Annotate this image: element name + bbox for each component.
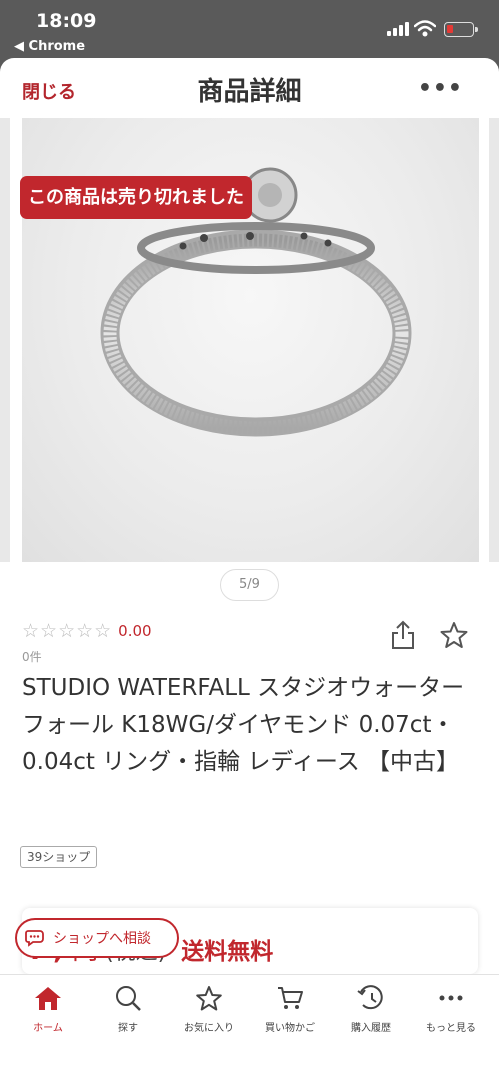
wifi-icon (414, 20, 436, 37)
tab-cart[interactable]: 買い物かご (250, 985, 330, 1034)
header: 閉じる 商品詳細 ••• (0, 58, 499, 118)
image-pager: 5/9 (220, 569, 279, 601)
search-icon (116, 986, 141, 1011)
tab-search-label: 探す (118, 1023, 138, 1034)
consult-shop-button[interactable]: ショップへ相談 (15, 918, 179, 958)
tab-history[interactable]: 購入履歴 (331, 985, 411, 1034)
tab-more-label: もっと見る (426, 1023, 476, 1034)
rating[interactable]: ☆☆☆☆☆ 0.00 (22, 620, 152, 642)
shop-badge: 39ショップ (20, 846, 98, 868)
favorite-star-icon[interactable] (440, 621, 468, 649)
star-icon (196, 986, 222, 1011)
tab-home[interactable]: ホーム (8, 985, 88, 1034)
share-icon[interactable] (390, 620, 416, 650)
sold-out-banner: この商品は売り切れました (20, 176, 252, 219)
signal-icon (387, 22, 409, 36)
tab-history-label: 購入履歴 (351, 1023, 391, 1034)
rating-stars: ☆☆☆☆☆ (22, 620, 113, 642)
chat-icon (25, 930, 44, 947)
back-to-chrome-link[interactable]: ◀ Chrome (14, 39, 85, 54)
tab-bar: ホーム 探す お気に入り 買い物かご 購入履歴 もっと見る (0, 974, 499, 1080)
product-title: STUDIO WATERFALL スタジオウォーターフォール K18WG/ダイヤ… (22, 675, 465, 775)
prev-image-peek[interactable] (0, 118, 10, 562)
cart-icon (278, 987, 303, 1009)
tab-cart-label: 買い物かご (265, 1023, 315, 1034)
more-icon (439, 995, 463, 1001)
tab-search[interactable]: 探す (88, 985, 168, 1034)
review-count: 0件 (22, 650, 42, 664)
home-icon (35, 987, 61, 1010)
tab-home-label: ホーム (33, 1023, 63, 1034)
consult-shop-label: ショップへ相談 (53, 931, 151, 947)
more-options-button[interactable]: ••• (418, 76, 463, 101)
tab-favorites[interactable]: お気に入り (169, 985, 249, 1034)
free-shipping-label: 送料無料 (181, 939, 274, 965)
status-bar: 18:09 ◀ Chrome (0, 0, 499, 58)
history-icon (357, 985, 383, 1010)
tab-more[interactable]: もっと見る (411, 985, 491, 1034)
product-detail-sheet: 閉じる 商品詳細 ••• この商品は売り切れました 5/9 ☆☆☆☆☆ 0.00… (0, 58, 499, 1080)
image-gallery[interactable]: この商品は売り切れました (0, 118, 499, 562)
battery-icon (444, 22, 478, 37)
status-time: 18:09 (36, 10, 97, 32)
tab-favorites-label: お気に入り (184, 1023, 234, 1034)
rating-score: 0.00 (118, 622, 152, 640)
next-image-peek[interactable] (489, 118, 499, 562)
